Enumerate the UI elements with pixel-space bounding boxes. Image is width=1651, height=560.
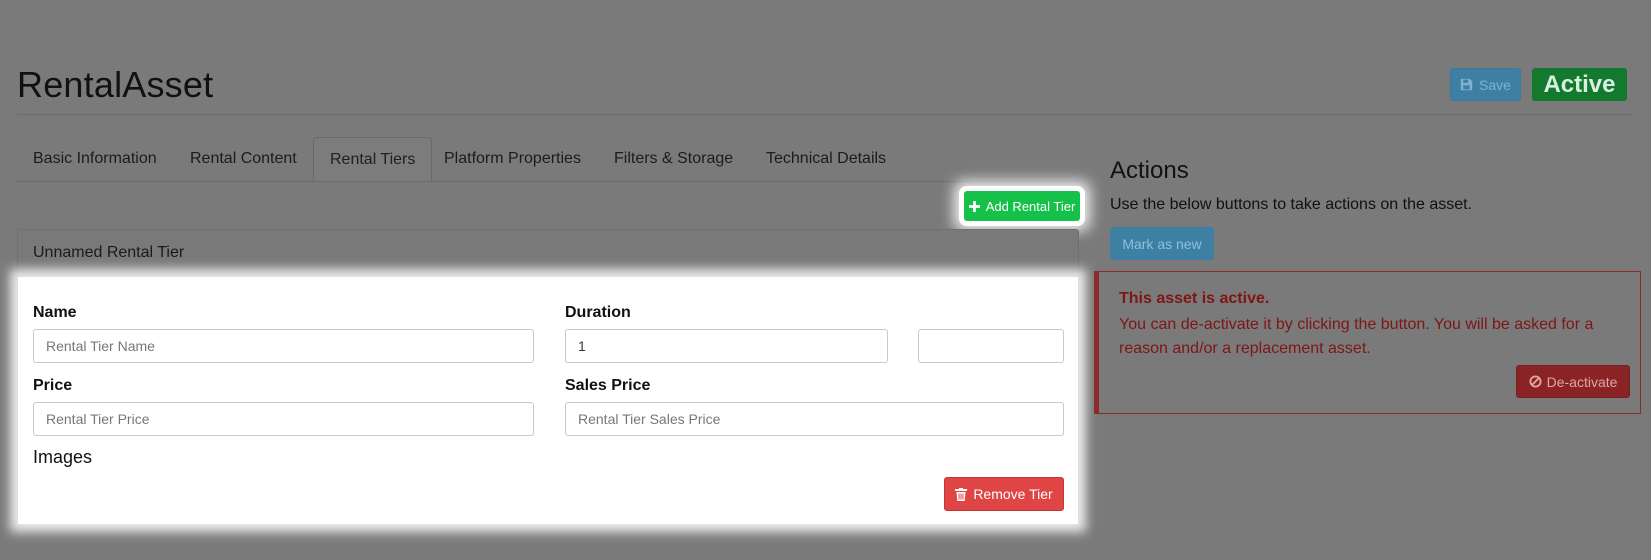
tab-basic-information[interactable]: Basic Information — [33, 137, 157, 181]
status-badge: Active — [1532, 68, 1627, 101]
tier-name-input[interactable] — [33, 329, 534, 363]
sales-price-input[interactable] — [565, 402, 1064, 436]
duration-label: Duration — [565, 304, 631, 321]
rental-tier-form: Name Duration Price Sales Price Images R… — [18, 277, 1078, 524]
tab-platform-properties[interactable]: Platform Properties — [444, 137, 581, 181]
mark-as-new-button[interactable]: Mark as new — [1110, 227, 1214, 260]
rental-tier-panel: Unnamed Rental Tier Name Duration Price … — [17, 229, 1079, 524]
trash-icon — [955, 487, 968, 501]
floppy-disk-icon — [1460, 78, 1473, 91]
alert-title: This asset is active. — [1119, 290, 1270, 307]
remove-tier-label: Remove Tier — [973, 486, 1053, 502]
plus-icon — [968, 200, 980, 212]
duration-input[interactable] — [565, 329, 888, 363]
remove-tier-button[interactable]: Remove Tier — [944, 477, 1064, 511]
tab-filters-storage[interactable]: Filters & Storage — [614, 137, 733, 181]
deactivate-label: De-activate — [1546, 373, 1618, 390]
price-label: Price — [33, 377, 73, 394]
duration-unit-input[interactable] — [918, 329, 1064, 363]
actions-description: Use the below buttons to take actions on… — [1110, 196, 1472, 213]
header-divider — [17, 114, 1634, 115]
add-rental-tier-button[interactable]: Add Rental Tier — [964, 191, 1080, 221]
actions-heading: Actions — [1110, 157, 1189, 184]
active-alert: This asset is active. You can de-activat… — [1094, 271, 1641, 414]
price-input[interactable] — [33, 402, 534, 436]
rental-tier-header: Unnamed Rental Tier — [18, 230, 1078, 277]
save-button-label: Save — [1479, 76, 1511, 93]
page-title: RentalAsset — [17, 64, 214, 105]
tab-technical-details[interactable]: Technical Details — [766, 137, 886, 181]
add-rental-tier-label: Add Rental Tier — [985, 198, 1076, 214]
sales-price-label: Sales Price — [565, 377, 651, 394]
tab-rental-tiers[interactable]: Rental Tiers — [313, 137, 433, 181]
images-heading: Images — [33, 447, 93, 467]
save-button[interactable]: Save — [1450, 68, 1521, 101]
deactivate-button[interactable]: De-activate — [1516, 365, 1630, 398]
ban-icon — [1529, 375, 1542, 388]
name-label: Name — [33, 304, 77, 321]
tab-rental-content[interactable]: Rental Content — [190, 137, 297, 181]
alert-text: You can de-activate it by clicking the b… — [1119, 316, 1594, 357]
tab-bar: Basic Information Rental Content Rental … — [17, 137, 1079, 182]
